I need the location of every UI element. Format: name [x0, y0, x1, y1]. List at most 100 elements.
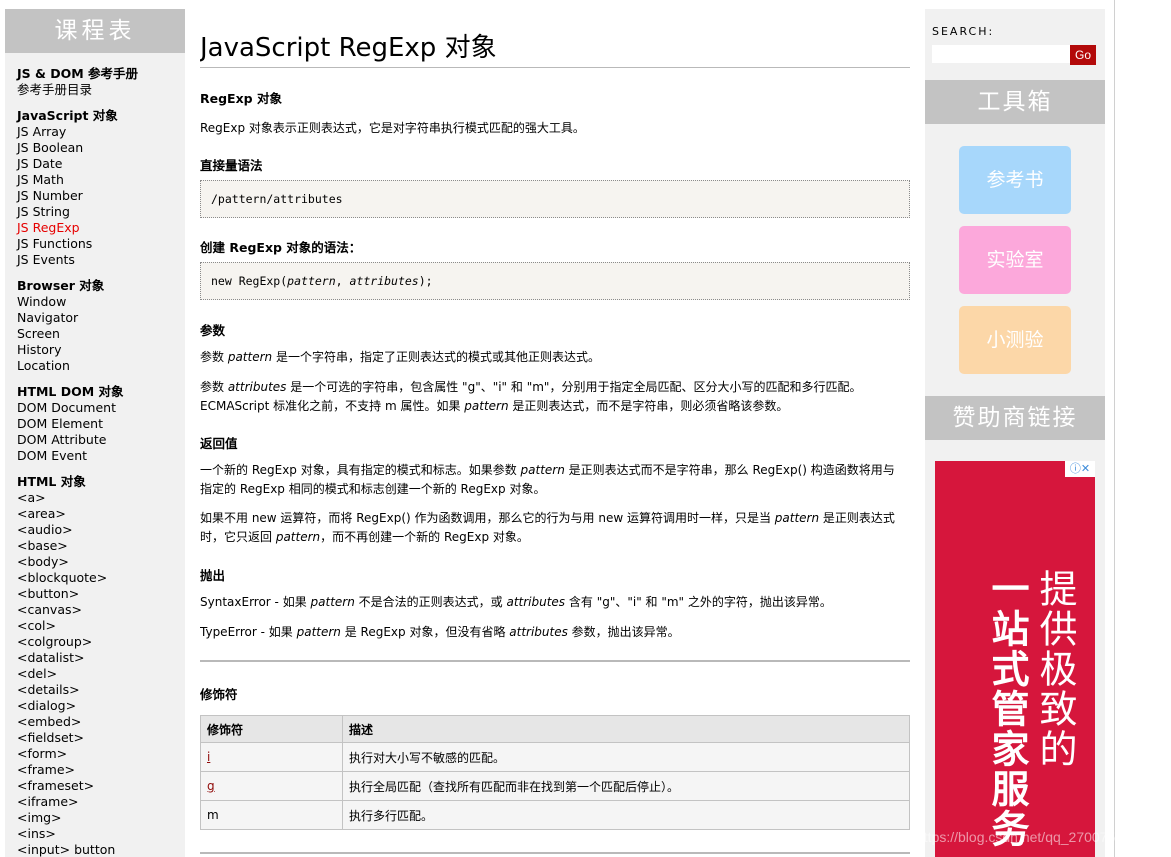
sidebar-nav-link[interactable]: <img>	[17, 810, 185, 826]
sidebar-nav-link[interactable]: <body>	[17, 554, 185, 570]
sidebar-nav-link[interactable]: JS Math	[17, 172, 185, 188]
nav-group-title: JS & DOM 参考手册	[17, 66, 139, 81]
literal-syntax-code: /pattern/attributes	[200, 180, 910, 218]
search-input[interactable]	[932, 45, 1072, 63]
left-sidebar: 课程表 JS & DOM 参考手册 参考手册目录 JavaScript 对象 JS A…	[5, 9, 185, 857]
sidebar-nav-link[interactable]: <blockquote>	[17, 570, 185, 586]
section-title-parameters: 参数	[200, 323, 226, 338]
sidebar-nav-link[interactable]: <dialog>	[17, 698, 185, 714]
modifier-description: 执行多行匹配。	[342, 800, 910, 830]
sidebar-nav-link[interactable]: <details>	[17, 682, 185, 698]
sidebar-nav-link[interactable]: 参考手册目录	[17, 82, 185, 98]
code-text: );	[418, 274, 433, 288]
column-header-modifier: 修饰符	[200, 715, 343, 743]
nav-group-title: JavaScript 对象	[17, 108, 118, 123]
code-param-attributes: attributes	[349, 274, 419, 288]
sidebar-nav-link[interactable]: <area>	[17, 506, 185, 522]
modifier-cell: m	[200, 800, 343, 830]
nav-group-title: HTML DOM 对象	[17, 384, 124, 399]
nav-group: HTML 对象 <a> <area> <audio> <base> <body> <bloc…	[17, 474, 185, 857]
sidebar-nav-link[interactable]: DOM Event	[17, 448, 185, 464]
modifiers-table-body: i 执行对大小写不敏感的匹配。 g 执行全局匹配（查找所有匹配而非在找到第一个匹配后停…	[200, 742, 910, 830]
sidebar-nav-link[interactable]: <iframe>	[17, 794, 185, 810]
modifier-description: 执行全局匹配（查找所有匹配而非在找到第一个匹配后停止）。	[342, 771, 910, 801]
watermark-text: https://blog.csdn.net/qq_27007579	[916, 829, 1131, 845]
ad-close-icon[interactable]: ⓘ✕	[1065, 461, 1095, 477]
sidebar-nav-link[interactable]: <canvas>	[17, 602, 185, 618]
return-value-text-2: 如果不用 new 运算符，而将 RegExp() 作为函数调用，那么它的行为与用…	[200, 511, 895, 544]
syntax-error-text: SyntaxError - 如果 pattern 不是合法的正则表达式，或 at…	[200, 595, 832, 609]
sidebar-nav-link[interactable]: <base>	[17, 538, 185, 554]
sidebar-nav-link[interactable]: <embed>	[17, 714, 185, 730]
sidebar-nav-link[interactable]: DOM Attribute	[17, 432, 185, 448]
sidebar-nav-link[interactable]: DOM Document	[17, 400, 185, 416]
sponsor-header: 赞助商链接	[925, 396, 1105, 440]
sidebar-nav-link[interactable]: JS Events	[17, 252, 185, 268]
sidebar-nav-link[interactable]: <input> button	[17, 842, 185, 857]
section-title-literal-syntax: 直接量语法	[200, 158, 263, 173]
sidebar-nav-link[interactable]: History	[17, 342, 185, 358]
sidebar-nav-link[interactable]: <button>	[17, 586, 185, 602]
sidebar-nav-link[interactable]: JS String	[17, 204, 185, 220]
main-content: JavaScript RegExp 对象 RegExp 对象 RegExp 对象…	[200, 9, 910, 857]
left-nav: JS & DOM 参考手册 参考手册目录 JavaScript 对象 JS Array…	[5, 53, 185, 857]
sidebar-nav-link[interactable]: JS Number	[17, 188, 185, 204]
section-divider	[200, 660, 910, 662]
code-text: ,	[335, 274, 350, 288]
nav-group-title: Browser 对象	[17, 278, 105, 293]
sidebar-nav-link[interactable]: <a>	[17, 490, 185, 506]
search-go-button[interactable]: Go	[1070, 45, 1096, 65]
toolbox-button[interactable]: 小测验	[959, 306, 1071, 374]
sidebar-nav-link[interactable]: <form>	[17, 746, 185, 762]
ad-text-line-1: 提供极致的	[1033, 569, 1077, 769]
toolbox-header: 工具箱	[925, 80, 1105, 124]
nav-group-title: HTML 对象	[17, 474, 86, 489]
return-value-text-1: 一个新的 RegExp 对象，具有指定的模式和标志。如果参数 pattern 是…	[200, 463, 895, 496]
sidebar-nav-link[interactable]: <del>	[17, 666, 185, 682]
table-header-row: 修饰符 描述	[200, 715, 910, 743]
toolbox-button[interactable]: 实验室	[959, 226, 1071, 294]
code-text: new RegExp(	[211, 274, 288, 288]
modifier-description: 执行对大小写不敏感的匹配。	[342, 742, 910, 772]
page-edge	[1112, 0, 1171, 857]
section-title-throws: 抛出	[200, 568, 226, 583]
page-title: JavaScript RegExp 对象	[200, 27, 910, 68]
sidebar-nav-link[interactable]: Navigator	[17, 310, 185, 326]
table-row: m 执行多行匹配。	[200, 800, 910, 830]
nav-group: HTML DOM 对象 DOM Document DOM Element DOM At…	[17, 384, 185, 464]
modifiers-table: 修饰符 描述 i 执行对大小写不敏感的匹配。 g 执行全局匹配（查找所有匹配而非在找到…	[200, 715, 910, 830]
type-error-text: TypeError - 如果 pattern 是 RegExp 对象，但没有省略…	[200, 625, 680, 639]
sidebar-nav-link[interactable]: JS Boolean	[17, 140, 185, 156]
param-pattern-text: 参数 pattern 是一个字符串，指定了正则表达式的模式或其他正则表达式。	[200, 350, 600, 364]
sidebar-nav-link[interactable]: <ins>	[17, 826, 185, 842]
sidebar-nav-link[interactable]: <audio>	[17, 522, 185, 538]
param-attributes-text: 参数 attributes 是一个可选的字符串，包含属性 "g"、"i" 和 "…	[200, 380, 862, 413]
sidebar-nav-link[interactable]: Window	[17, 294, 185, 310]
sidebar-nav-link[interactable]: JS Functions	[17, 236, 185, 252]
sidebar-nav-link[interactable]: <frame>	[17, 762, 185, 778]
sidebar-nav-link[interactable]: JS RegExp	[17, 220, 185, 236]
modifier-link[interactable]: i	[207, 750, 210, 764]
ad-text-line-2: 一站式管家服务	[985, 569, 1029, 849]
sponsor-ad[interactable]: ⓘ✕ 提供极致的 一站式管家服务	[935, 461, 1095, 857]
sidebar-nav-link[interactable]: <frameset>	[17, 778, 185, 794]
search-label: SEARCH:	[932, 25, 995, 38]
sidebar-nav-link[interactable]: <datalist>	[17, 650, 185, 666]
section-title-regexp: RegExp 对象	[200, 91, 282, 106]
modifier-link[interactable]: g	[207, 779, 215, 793]
sidebar-nav-link[interactable]: <fieldset>	[17, 730, 185, 746]
sidebar-nav-link[interactable]: <col>	[17, 618, 185, 634]
table-row: g 执行全局匹配（查找所有匹配而非在找到第一个匹配后停止）。	[200, 771, 910, 801]
section-title-return-value: 返回值	[200, 436, 238, 451]
sidebar-nav-link[interactable]: Screen	[17, 326, 185, 342]
sidebar-nav-link[interactable]: JS Array	[17, 124, 185, 140]
section-title-modifiers: 修饰符	[200, 687, 238, 702]
nav-group: Browser 对象 Window Navigator Screen History Lo…	[17, 278, 185, 374]
sidebar-nav-link[interactable]: <colgroup>	[17, 634, 185, 650]
toolbox-button[interactable]: 参考书	[959, 146, 1071, 214]
code-param-pattern: pattern	[287, 274, 336, 288]
sidebar-nav-link[interactable]: DOM Element	[17, 416, 185, 432]
sidebar-nav-link[interactable]: JS Date	[17, 156, 185, 172]
sidebar-nav-link[interactable]: Location	[17, 358, 185, 374]
constructor-syntax-code: new RegExp(pattern, attributes);	[200, 262, 910, 300]
